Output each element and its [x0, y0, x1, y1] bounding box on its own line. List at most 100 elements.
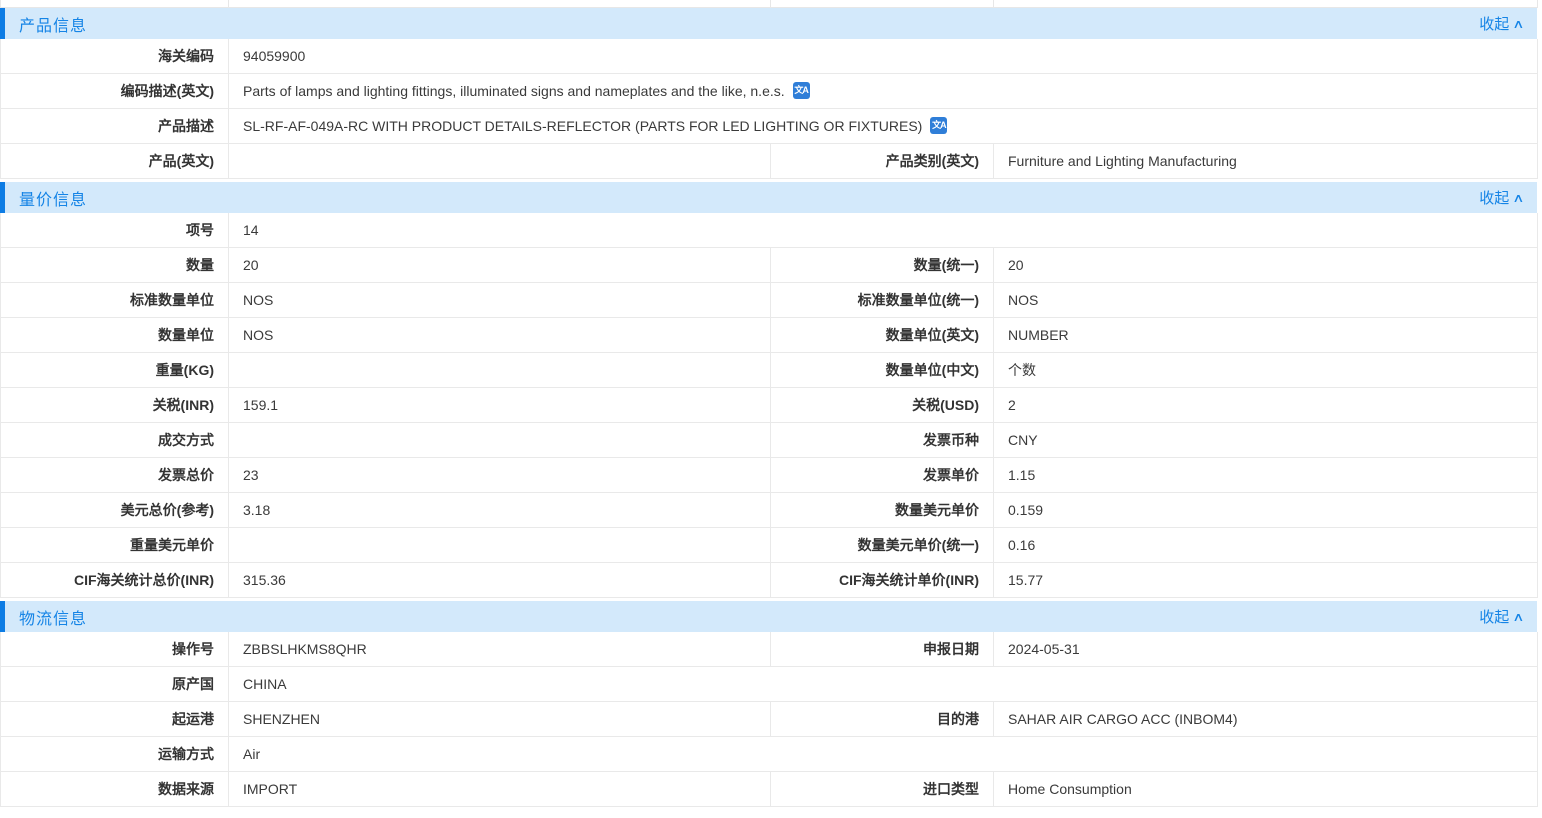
field-value-text: SAHAR AIR CARGO ACC (INBOM4): [1008, 711, 1237, 727]
field-value: 94059900: [229, 39, 1538, 73]
section-logistics-info: 物流信息收起∧操作号ZBBSLHKMS8QHR申报日期2024-05-31原产国…: [0, 601, 1538, 807]
table-row: 美元总价(参考) 3.18 数量美元单价 0.159: [0, 493, 1538, 528]
collapse-button[interactable]: 收起∧: [1479, 606, 1523, 627]
field-value: 2: [994, 388, 1538, 422]
table-row: 关税(INR) 159.1 关税(USD)2: [0, 388, 1538, 423]
field-value-text: Parts of lamps and lighting fittings, il…: [243, 83, 785, 99]
field-label: 发票总价: [1, 458, 229, 492]
field-label: 标准数量单位: [1, 283, 229, 317]
partial-cell: [229, 0, 771, 7]
table-row: 产品(英文)产品类别(英文)Furniture and Lighting Man…: [0, 144, 1538, 179]
field-value-text: 0.159: [1008, 502, 1043, 518]
section-title: 量价信息: [19, 186, 87, 210]
field-value-text: SHENZHEN: [243, 711, 320, 727]
field-value: Parts of lamps and lighting fittings, il…: [229, 74, 1538, 108]
field-label: 海关编码: [1, 39, 229, 73]
table-row: 重量美元单价 数量美元单价(统一)0.16: [0, 528, 1538, 563]
field-label: 目的港: [771, 702, 994, 736]
field-label: 数量美元单价(统一): [771, 528, 994, 562]
field-label: 数量: [1, 248, 229, 282]
field-label: 运输方式: [1, 737, 229, 771]
field-label: 关税(USD): [771, 388, 994, 422]
field-label: 进口类型: [771, 772, 994, 806]
field-value: 0.16: [994, 528, 1538, 562]
field-label: 申报日期: [771, 632, 994, 666]
table-row: 产品描述SL-RF-AF-049A-RC WITH PRODUCT DETAIL…: [0, 109, 1538, 144]
table-row: 数量 20 数量(统一) 20: [0, 248, 1538, 283]
section-product-info: 产品信息收起∧海关编码94059900编码描述(英文)Parts of lamp…: [0, 8, 1538, 179]
chevron-up-icon: ∧: [1512, 191, 1524, 205]
table-row: 运输方式Air: [0, 737, 1538, 772]
field-value-text: 2024-05-31: [1008, 641, 1080, 657]
field-value: NUMBER: [994, 318, 1538, 352]
field-label: 数量单位: [1, 318, 229, 352]
translate-icon[interactable]: 文A: [793, 82, 810, 99]
field-label: 发票单价: [771, 458, 994, 492]
table-row: 起运港 SHENZHEN 目的港 SAHAR AIR CARGO ACC (INBOM…: [0, 702, 1538, 737]
field-value: SAHAR AIR CARGO ACC (INBOM4): [994, 702, 1538, 736]
field-value: 159.1: [229, 388, 771, 422]
field-value-text: NOS: [243, 327, 273, 343]
field-value-text: 14: [243, 222, 259, 238]
field-label: 产品描述: [1, 109, 229, 143]
field-label: 原产国: [1, 667, 229, 701]
detail-table-area: 产品信息收起∧海关编码94059900编码描述(英文)Parts of lamp…: [0, 0, 1538, 807]
field-value-text: Home Consumption: [1008, 781, 1132, 797]
section-header-quantity-price-info: 量价信息 收起∧: [0, 182, 1537, 213]
field-value: 20: [229, 248, 771, 282]
section-title: 产品信息: [19, 12, 87, 36]
field-value-text: 3.18: [243, 502, 270, 518]
field-value: [229, 144, 771, 178]
section-quantity-price-info: 量价信息收起∧项号14数量20数量(统一)20标准数量单位NOS标准数量单位(统…: [0, 182, 1538, 598]
collapse-label: 收起: [1479, 187, 1509, 208]
field-label: 项号: [1, 213, 229, 247]
field-label: 起运港: [1, 702, 229, 736]
field-value: 315.36: [229, 563, 771, 597]
field-label: 关税(INR): [1, 388, 229, 422]
field-value-text: 23: [243, 467, 259, 483]
partial-cell: [771, 0, 994, 7]
field-value-text: 20: [1008, 257, 1024, 273]
partial-row-above: [0, 0, 1538, 8]
field-value: 0.159: [994, 493, 1538, 527]
trade-record-detail-page: 产品信息收起∧海关编码94059900编码描述(英文)Parts of lamp…: [0, 0, 1542, 818]
field-value: 2024-05-31: [994, 632, 1538, 666]
field-value: SHENZHEN: [229, 702, 771, 736]
field-value-text: Furniture and Lighting Manufacturing: [1008, 153, 1237, 169]
field-label: 数量(统一): [771, 248, 994, 282]
field-label: 美元总价(参考): [1, 493, 229, 527]
field-label: 产品(英文): [1, 144, 229, 178]
translate-icon[interactable]: 文A: [930, 117, 947, 134]
field-label: 数量单位(英文): [771, 318, 994, 352]
field-label: 重量美元单价: [1, 528, 229, 562]
field-value: [229, 423, 771, 457]
field-label: 标准数量单位(统一): [771, 283, 994, 317]
section-header-product-info: 产品信息 收起∧: [0, 8, 1537, 39]
field-value-text: 159.1: [243, 397, 278, 413]
collapse-button[interactable]: 收起∧: [1479, 13, 1523, 34]
field-value-text: 315.36: [243, 572, 286, 588]
field-value: NOS: [229, 318, 771, 352]
field-label: 发票币种: [771, 423, 994, 457]
field-label: 数量美元单价: [771, 493, 994, 527]
table-row: 海关编码94059900: [0, 39, 1538, 74]
field-label: 操作号: [1, 632, 229, 666]
field-value-text: 20: [243, 257, 259, 273]
chevron-up-icon: ∧: [1512, 610, 1524, 624]
field-value: 20: [994, 248, 1538, 282]
table-row: CIF海关统计总价(INR)315.36CIF海关统计单价(INR)15.77: [0, 563, 1538, 598]
field-value: Air: [229, 737, 1538, 771]
table-row: 成交方式发票币种CNY: [0, 423, 1538, 458]
table-row: 标准数量单位NOS标准数量单位(统一)NOS: [0, 283, 1538, 318]
field-value: [229, 353, 771, 387]
field-value: SL-RF-AF-049A-RC WITH PRODUCT DETAILS-RE…: [229, 109, 1538, 143]
table-row: 重量(KG)数量单位(中文)个数: [0, 353, 1538, 388]
partial-cell: [994, 0, 1538, 7]
field-value: CNY: [994, 423, 1538, 457]
field-value: 1.15: [994, 458, 1538, 492]
field-label: 数量单位(中文): [771, 353, 994, 387]
collapse-button[interactable]: 收起∧: [1479, 187, 1523, 208]
field-value: 15.77: [994, 563, 1538, 597]
collapse-label: 收起: [1479, 606, 1509, 627]
field-value: ZBBSLHKMS8QHR: [229, 632, 771, 666]
